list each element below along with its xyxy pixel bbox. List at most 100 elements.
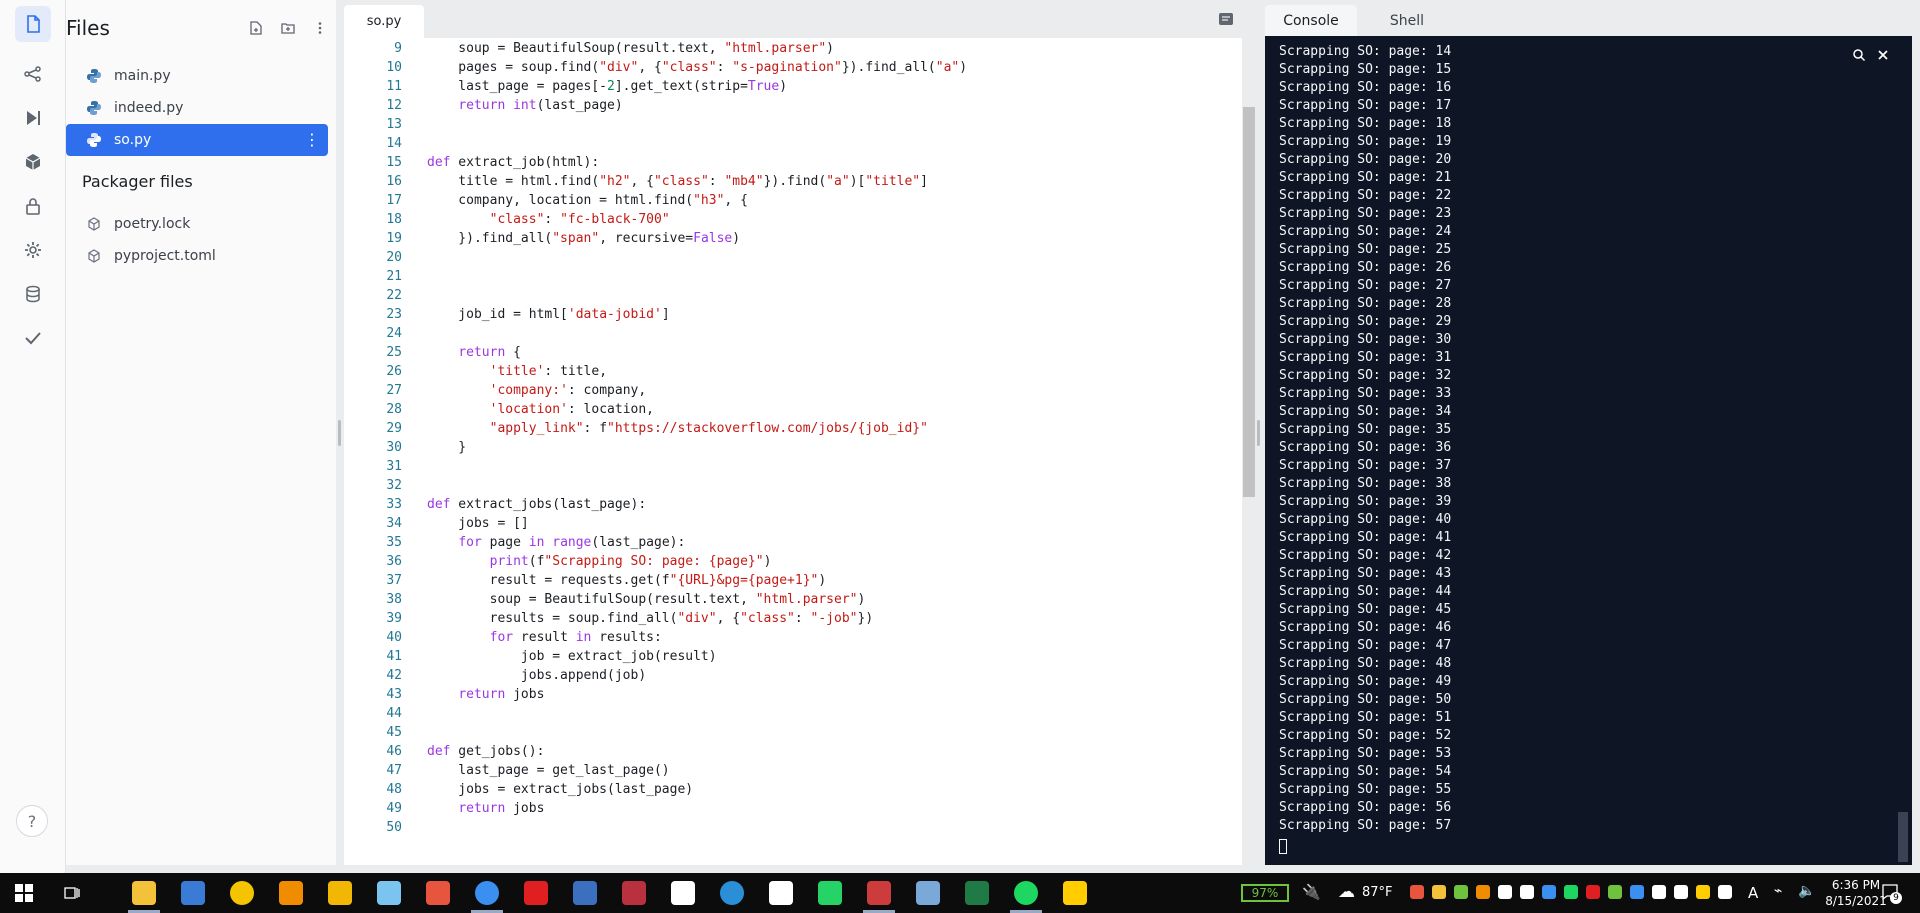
console-output[interactable]: Scrapping SO: page: 14 Scrapping SO: page…: [1265, 36, 1912, 865]
code-line[interactable]: 16 title = html.find("h2", {"class": "mb…: [344, 174, 1224, 193]
code-line[interactable]: 25 return {: [344, 345, 1224, 364]
code-line[interactable]: 19 }).find_all("span", recursive=False): [344, 231, 1224, 250]
code-line[interactable]: 10 pages = soup.find("div", {"class": "s…: [344, 60, 1224, 79]
code-line[interactable]: 13: [344, 117, 1224, 136]
new-file-icon[interactable]: [246, 18, 266, 38]
code-line[interactable]: 18 "class": "fc-black-700": [344, 212, 1224, 231]
code-line[interactable]: 28 'location': location,: [344, 402, 1224, 421]
code-line[interactable]: 35 for page in range(last_page):: [344, 535, 1224, 554]
excel-icon[interactable]: [965, 881, 989, 905]
puzzle-app-icon[interactable]: [328, 881, 352, 905]
spotify-icon[interactable]: [1014, 881, 1038, 905]
editor-scrollbar[interactable]: [1243, 107, 1255, 497]
code-line[interactable]: 48 jobs = extract_jobs(last_page): [344, 782, 1224, 801]
task-view-icon[interactable]: [60, 881, 84, 905]
timer-app-icon[interactable]: [671, 881, 695, 905]
file-item-pyproject[interactable]: pyproject.toml: [66, 240, 328, 272]
code-line[interactable]: 34 jobs = []: [344, 516, 1224, 535]
tray-app-icon-7[interactable]: [1586, 885, 1600, 899]
code-line[interactable]: 32: [344, 478, 1224, 497]
search-tool-icon[interactable]: [279, 881, 303, 905]
code-line[interactable]: 27 'company:': company,: [344, 383, 1224, 402]
code-line[interactable]: 31: [344, 459, 1224, 478]
tray-app-icon-5[interactable]: [1498, 885, 1512, 899]
network-icon[interactable]: ⌁: [1774, 883, 1782, 899]
media-app-icon[interactable]: [622, 881, 646, 905]
code-line[interactable]: 17 company, location = html.find("h3", {: [344, 193, 1224, 212]
secrets-icon[interactable]: [15, 188, 51, 224]
notification-center-icon[interactable]: 9: [1880, 882, 1902, 904]
calculator-icon[interactable]: [181, 881, 205, 905]
temperature-label[interactable]: 87°F: [1362, 885, 1393, 900]
tray-app-icon-9[interactable]: [1652, 885, 1666, 899]
clipboard-app-icon[interactable]: [377, 881, 401, 905]
tray-app-icon-4[interactable]: [1476, 885, 1490, 899]
clear-console-icon[interactable]: [1876, 48, 1890, 66]
debugger-icon[interactable]: [15, 100, 51, 136]
console-resize-handle[interactable]: [1257, 420, 1260, 446]
globe-app-icon[interactable]: [573, 881, 597, 905]
bluetooth-icon[interactable]: [1542, 885, 1556, 899]
code-line[interactable]: 9 soup = BeautifulSoup(result.text, "htm…: [344, 41, 1224, 60]
media-player-icon[interactable]: [230, 881, 254, 905]
code-line[interactable]: 39 results = soup.find_all("div", {"clas…: [344, 611, 1224, 630]
code-line[interactable]: 24: [344, 326, 1224, 345]
pen-app-icon[interactable]: [867, 881, 891, 905]
new-folder-icon[interactable]: [278, 18, 298, 38]
code-line[interactable]: 14: [344, 136, 1224, 155]
code-line[interactable]: 12 return int(last_page): [344, 98, 1224, 117]
code-line[interactable]: 38 soup = BeautifulSoup(result.text, "ht…: [344, 592, 1224, 611]
kakaotalk-icon[interactable]: [1063, 881, 1087, 905]
code-line[interactable]: 11 last_page = pages[-2].get_text(strip=…: [344, 79, 1224, 98]
tray-app-icon-10[interactable]: [1718, 885, 1732, 899]
search-icon[interactable]: [1852, 48, 1866, 66]
tray-app-icon-3[interactable]: [1454, 885, 1468, 899]
code-line[interactable]: 26 'title': title,: [344, 364, 1224, 383]
database-icon[interactable]: [15, 276, 51, 312]
code-line[interactable]: 42 jobs.append(job): [344, 668, 1224, 687]
defender-icon[interactable]: [1630, 885, 1644, 899]
tab-console[interactable]: Console: [1265, 5, 1357, 36]
code-area[interactable]: 9 soup = BeautifulSoup(result.text, "htm…: [344, 38, 1242, 865]
file-item-indeed[interactable]: indeed.py: [66, 92, 328, 124]
code-line[interactable]: 43 return jobs: [344, 687, 1224, 706]
file-explorer-icon[interactable]: [132, 881, 156, 905]
packages-icon[interactable]: [15, 144, 51, 180]
lightning-app-icon[interactable]: [524, 881, 548, 905]
code-line[interactable]: 36 print(f"Scrapping SO: page: {page}"): [344, 554, 1224, 573]
chat-tray-icon[interactable]: [1696, 885, 1710, 899]
help-button[interactable]: ?: [16, 805, 48, 837]
file-item-main[interactable]: main.py: [66, 60, 328, 92]
code-line[interactable]: 23 job_id = html['data-jobid']: [344, 307, 1224, 326]
tray-app-icon-6[interactable]: [1520, 885, 1534, 899]
whatsapp-icon[interactable]: [818, 881, 842, 905]
volume-icon[interactable]: 🔈: [1798, 883, 1815, 899]
code-line[interactable]: 29 "apply_link": f"https://stackoverflow…: [344, 421, 1224, 440]
wifi-icon[interactable]: [1674, 885, 1688, 899]
code-line[interactable]: 21: [344, 269, 1224, 288]
code-line[interactable]: 44: [344, 706, 1224, 725]
more-options-icon[interactable]: [310, 18, 330, 38]
edge-icon[interactable]: [720, 881, 744, 905]
git-client-icon[interactable]: [426, 881, 450, 905]
files-icon[interactable]: [15, 6, 51, 42]
code-line[interactable]: 33 def extract_jobs(last_page):: [344, 497, 1224, 516]
battery-indicator[interactable]: 97%: [1241, 884, 1289, 902]
dict-app-icon[interactable]: [769, 881, 793, 905]
file-item-so[interactable]: so.py ⋮: [66, 124, 328, 156]
tray-app-icon-2[interactable]: [1432, 885, 1446, 899]
code-line[interactable]: 15 def extract_job(html):: [344, 155, 1224, 174]
file-options-icon[interactable]: ⋮: [304, 130, 320, 149]
layout-icon[interactable]: [1218, 12, 1234, 26]
code-line[interactable]: 46 def get_jobs():: [344, 744, 1224, 763]
panel-resize-handle[interactable]: [338, 420, 341, 446]
tray-app-icon-8[interactable]: [1608, 885, 1622, 899]
tray-app-icon-1[interactable]: [1410, 885, 1424, 899]
unit-tests-icon[interactable]: [15, 320, 51, 356]
chrome-icon[interactable]: [475, 881, 499, 905]
code-line[interactable]: 50: [344, 820, 1224, 839]
code-line[interactable]: 22: [344, 288, 1224, 307]
code-line[interactable]: 20: [344, 250, 1224, 269]
windows-start-icon[interactable]: [12, 881, 36, 905]
file-item-poetry-lock[interactable]: poetry.lock: [66, 208, 328, 240]
